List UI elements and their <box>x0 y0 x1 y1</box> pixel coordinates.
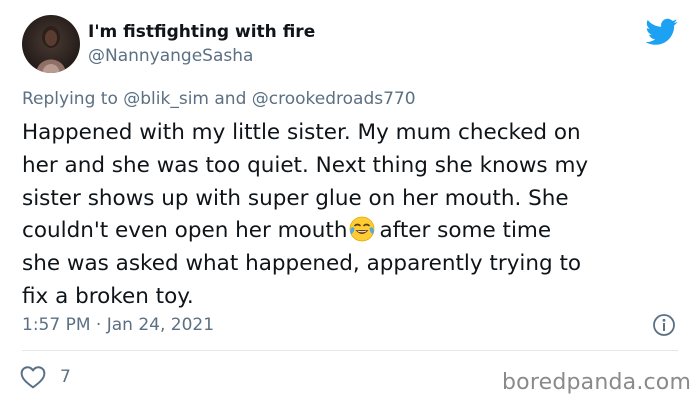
tweet-line-with-emoji: couldn't even open her mouth after some … <box>22 215 682 248</box>
like-count: 7 <box>60 367 71 387</box>
tweet-timestamp[interactable]: 1:57 PM · Jan 24, 2021 <box>22 315 214 335</box>
tweet-line-part: couldn't even open her mouth <box>22 218 348 244</box>
divider <box>22 350 678 351</box>
tweet-line-part: after some time <box>379 218 552 244</box>
mention-blik-sim[interactable]: @blik_sim <box>123 89 209 109</box>
info-icon[interactable] <box>652 313 676 337</box>
tweet-text: Happened with my little sister. My mum c… <box>22 117 682 314</box>
heart-icon[interactable] <box>20 365 46 389</box>
display-name[interactable]: I'm fistfighting with fire <box>88 22 315 42</box>
reply-context: Replying to @blik_sim and @crookedroads7… <box>22 89 416 109</box>
tweet-line: her and she was too quiet. Next thing sh… <box>22 152 589 178</box>
tweet-line: fix a broken toy. <box>22 283 194 309</box>
tweet-line: she was asked what happened, apparently … <box>22 251 582 277</box>
mention-crookedroads770[interactable]: @crookedroads770 <box>252 89 416 109</box>
watermark: boredpanda.com <box>502 370 692 395</box>
reply-conjunction: and <box>208 89 252 109</box>
face-with-tears-of-joy-icon <box>349 216 375 242</box>
reply-prefix: Replying to <box>22 89 124 109</box>
tweet-line: Happened with my little sister. My mum c… <box>22 120 581 145</box>
avatar[interactable] <box>22 15 80 73</box>
user-handle[interactable]: @NannyangeSasha <box>88 46 253 66</box>
tweet-line: sister shows up with super glue on her m… <box>22 185 569 211</box>
twitter-bird-icon[interactable] <box>645 18 678 46</box>
